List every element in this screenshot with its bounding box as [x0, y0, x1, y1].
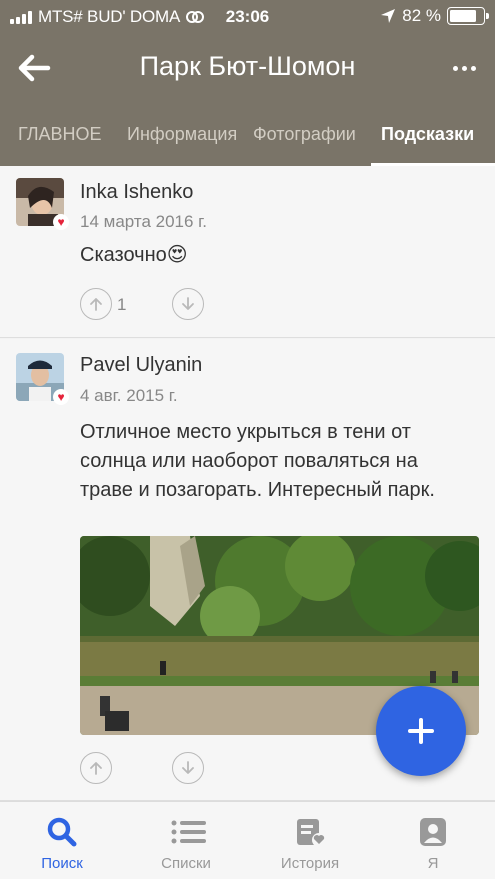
tip-author[interactable]: Pavel Ulyanin [80, 354, 202, 377]
downvote-button[interactable] [172, 288, 204, 320]
more-options-icon[interactable] [449, 58, 479, 78]
tab-tips[interactable]: Подсказки [381, 124, 474, 145]
tip-card: ♥ Inka Ishenko 14 марта 2016 г. Сказочно… [0, 166, 495, 338]
bottom-nav-label: Списки [161, 855, 211, 872]
tip-date: 4 авг. 2015 г. [80, 386, 178, 405]
location-arrow-icon [381, 9, 396, 23]
bottom-nav-history[interactable]: История [248, 802, 372, 879]
downvote-button[interactable] [172, 752, 204, 784]
favorite-heart-icon: ♥ [53, 389, 69, 405]
bottom-nav-label: Я [427, 855, 439, 872]
upvote-button[interactable] [80, 752, 112, 784]
history-icon [297, 819, 326, 847]
status-right: 82 % [380, 6, 489, 26]
tip-author[interactable]: Inka Ishenko [80, 181, 193, 204]
arrow-down-icon [182, 297, 194, 310]
profile-icon [420, 818, 446, 846]
status-bar: MTS# BUD' DOMA 23:06 82 % [0, 0, 495, 34]
tab-info[interactable]: Информация [127, 124, 237, 145]
list-icon [171, 820, 206, 844]
bottom-nav-label: Поиск [41, 855, 83, 872]
tip-text: Сказочно😍 [80, 244, 188, 266]
tip-text: Отличное место укрыться в тени от солнца… [80, 421, 435, 501]
bottom-nav-profile[interactable]: Я [371, 802, 495, 879]
arrow-up-icon [90, 762, 102, 775]
arrow-up-icon [90, 298, 102, 311]
tab-main[interactable]: ГЛАВНОЕ [18, 124, 102, 145]
add-tip-button[interactable] [376, 686, 466, 776]
header: MTS# BUD' DOMA 23:06 82 % Парк Бют-Шомон [0, 0, 495, 166]
page-title: Парк Бют-Шомон [139, 51, 356, 81]
tab-photos[interactable]: Фотографии [253, 124, 356, 145]
bottom-nav: Поиск Списки История Я [0, 801, 495, 879]
plus-icon [408, 718, 434, 744]
bottom-nav-search[interactable]: Поиск [0, 802, 124, 879]
tab-bar: ГЛАВНОЕ Информация Фотографии Подсказки [0, 110, 495, 166]
bottom-nav-label: История [280, 855, 340, 872]
upvote-button[interactable] [80, 288, 112, 320]
arrow-down-icon [182, 761, 194, 774]
battery-percent: 82 % [402, 6, 441, 25]
upvote-count: 1 [117, 295, 127, 314]
favorite-heart-icon: ♥ [53, 214, 69, 230]
tip-date: 14 марта 2016 г. [80, 212, 208, 231]
battery-icon [447, 7, 489, 25]
search-icon [47, 817, 77, 847]
bottom-nav-lists[interactable]: Списки [124, 802, 248, 879]
nav-bar: Парк Бют-Шомон [0, 34, 495, 104]
